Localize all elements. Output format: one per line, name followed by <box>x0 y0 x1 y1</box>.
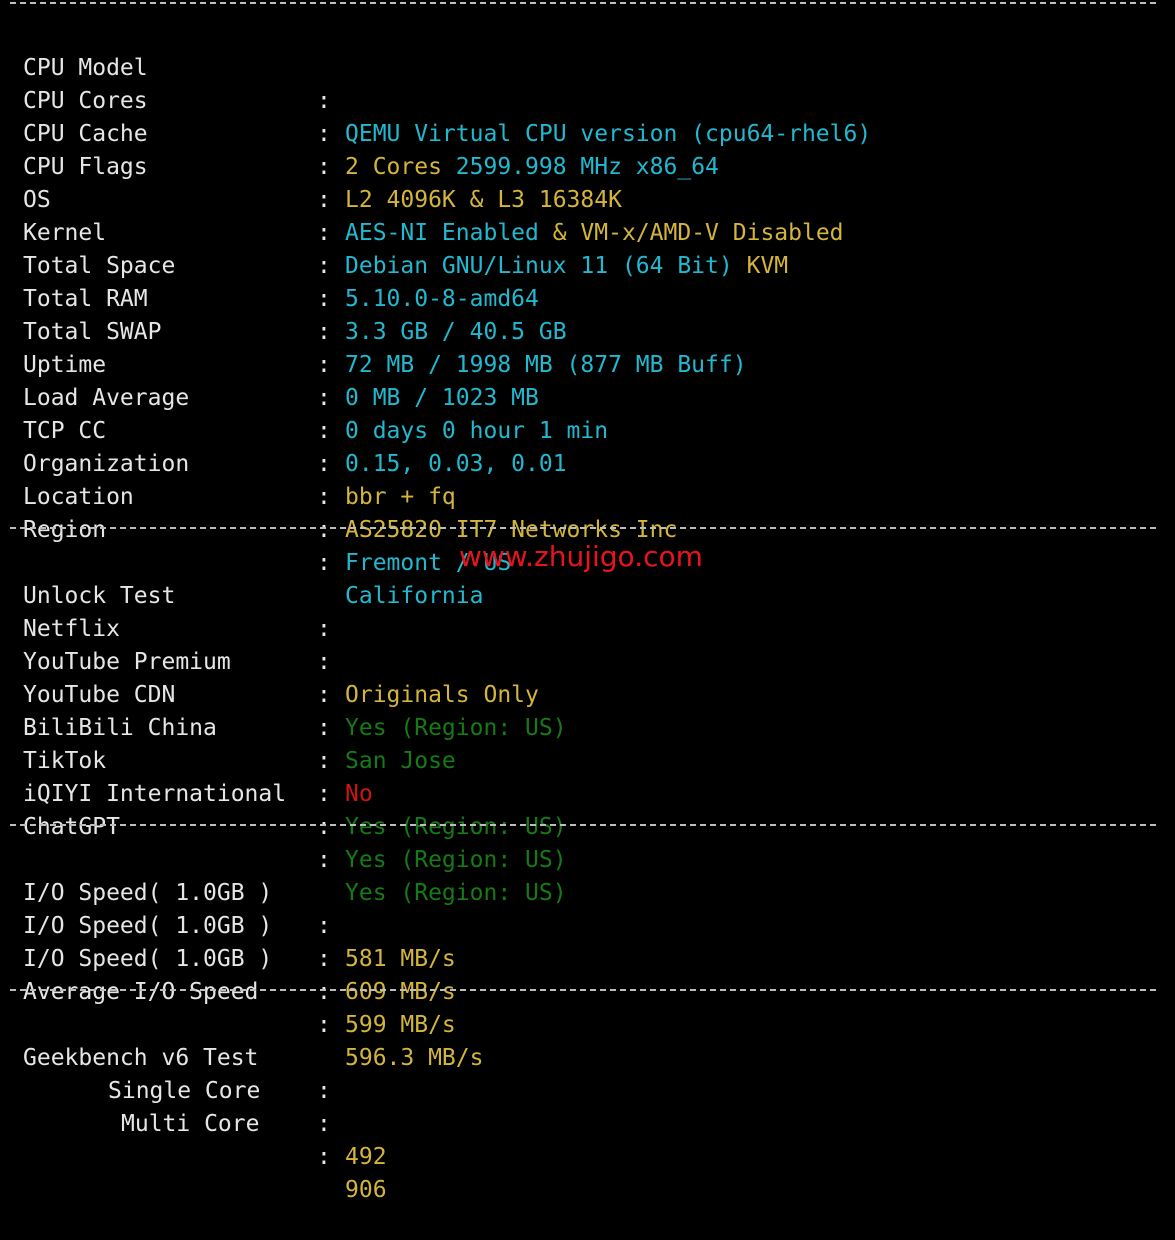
row-uptime: Uptime : 0 days 0 hour 1 min <box>0 316 1175 444</box>
row-total-space: Total Space : 3.3 GB / 40.5 GB <box>0 217 1175 345</box>
row-cpu-model: CPU Model : QEMU Virtual CPU version (cp… <box>0 19 1175 147</box>
row-tiktok: TikTok : Yes (Region: US) <box>0 712 1175 840</box>
row-location: Location : Fremont / US <box>0 448 1175 576</box>
row-organization: Organization : AS25820 IT7 Networks Inc <box>0 415 1175 543</box>
value: 609 MB/s <box>345 979 456 1005</box>
row-tcp-cc: TCP CC : bbr + fq <box>0 382 1175 510</box>
row-youtube-cdn: YouTube CDN : San Jose <box>0 646 1175 774</box>
row-multi-core: Multi Core : 906 <box>0 1075 1175 1203</box>
label: Average I/O Speed <box>23 979 259 1005</box>
row-total-ram: Total RAM : 72 MB / 1998 MB (877 MB Buff… <box>0 250 1175 378</box>
row-kernel: Kernel : 5.10.0-8-amd64 <box>0 184 1175 312</box>
row-cpu-cache: CPU Cache : L2 4096K & L3 16384K <box>0 85 1175 213</box>
colon: : <box>317 1144 331 1170</box>
row-chatgpt: ChatGPT : Yes (Region: US) <box>0 778 1175 906</box>
row-single-core: Single Core : 492 <box>0 1042 1175 1170</box>
row-iqiyi: iQIYI International : Yes (Region: US) <box>0 745 1175 873</box>
label: Multi Core <box>121 1111 260 1137</box>
row-io-speed-2: I/O Speed( 1.0GB ) : 609 MB/s <box>0 877 1175 1005</box>
colon: : <box>317 979 331 1005</box>
colon: : <box>317 1111 331 1137</box>
row-netflix: Netflix : Originals Only <box>0 580 1175 708</box>
row-total-swap: Total SWAP : 0 MB / 1023 MB <box>0 283 1175 411</box>
row-load-average: Load Average : 0.15, 0.03, 0.01 <box>0 349 1175 477</box>
row-bilibili: BiliBili China : No <box>0 679 1175 807</box>
label: Region <box>23 517 107 543</box>
row-os: OS : Debian GNU/Linux 11 (64 Bit) KVM <box>0 151 1175 279</box>
separator-line <box>10 824 1156 826</box>
value: 492 <box>345 1144 387 1170</box>
row-io-speed-3: I/O Speed( 1.0GB ) : 599 MB/s <box>0 910 1175 1038</box>
colon: : <box>317 814 331 840</box>
label: ChatGPT <box>23 814 120 840</box>
separator-line <box>10 2 1156 4</box>
row-youtube-premium: YouTube Premium : Yes (Region: US) <box>0 613 1175 741</box>
value: Yes (Region: US) <box>345 814 567 840</box>
value: 906 <box>345 1177 387 1203</box>
row-geekbench-test: Geekbench v6 Test : <box>0 1009 1175 1104</box>
separator-line <box>10 989 1156 991</box>
row-io-average: Average I/O Speed : 596.3 MB/s <box>0 943 1175 1071</box>
colon: : <box>317 517 331 543</box>
watermark-text: www.zhujigo.com <box>459 540 703 573</box>
terminal-window: CPU Model : QEMU Virtual CPU version (cp… <box>0 0 1175 1203</box>
row-cpu-flags: CPU Flags : AES-NI Enabled & VM-x/AMD-V … <box>0 118 1175 246</box>
row-cpu-cores: CPU Cores : 2 Cores 2599.998 MHz x86_64 <box>0 52 1175 180</box>
row-io-speed-1: I/O Speed( 1.0GB ) : 581 MB/s <box>0 844 1175 972</box>
separator-line <box>10 527 1156 529</box>
row-region: Region : California <box>0 481 1175 609</box>
